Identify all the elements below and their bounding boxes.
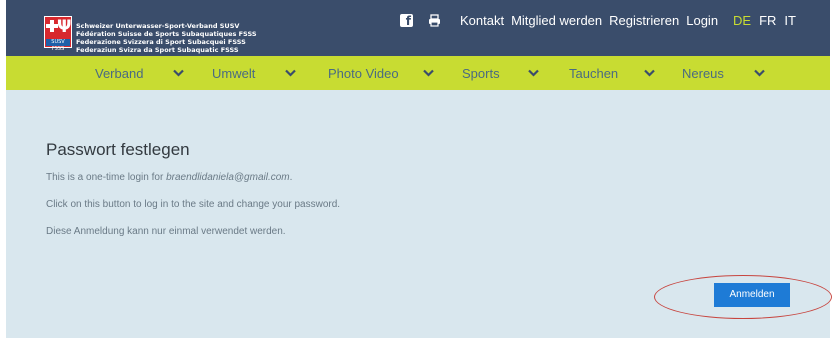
page: Ψ SUSV FSSS Schweizer Unterwasser-Sport-… bbox=[6, 0, 832, 338]
page-title: Passwort festlegen bbox=[46, 140, 190, 159]
org-names: Schweizer Unterwasser-Sport-Verband SUSV… bbox=[76, 22, 257, 54]
language-switcher: DE FR IT bbox=[733, 13, 796, 29]
site-header: Ψ SUSV FSSS Schweizer Unterwasser-Sport-… bbox=[6, 0, 830, 56]
nav-photo-video[interactable]: Photo Video bbox=[328, 56, 399, 90]
nav-nereus[interactable]: Nereus bbox=[682, 56, 724, 90]
nav-sports[interactable]: Sports bbox=[462, 56, 500, 90]
org-name-fr: Fédération Suisse de Sports Subaquatique… bbox=[76, 30, 257, 38]
logo-tag: SUSV FSSS bbox=[46, 39, 70, 52]
chevron-down-icon[interactable] bbox=[285, 56, 296, 90]
main-nav: Verband Umwelt Photo Video Sports Tauche… bbox=[6, 56, 830, 90]
chevron-down-icon[interactable] bbox=[528, 56, 539, 90]
top-nav: Kontakt Mitglied werden Registrieren Log… bbox=[460, 13, 718, 29]
chevron-down-icon[interactable] bbox=[173, 56, 184, 90]
org-name-it: Federazione Svizzera di Sport Subacquei … bbox=[76, 38, 246, 46]
trident-icon: Ψ bbox=[57, 17, 72, 37]
nav-verband[interactable]: Verband bbox=[95, 56, 143, 90]
print-icon[interactable] bbox=[428, 14, 441, 27]
link-login[interactable]: Login bbox=[686, 13, 718, 29]
instruction-text: Click on this button to log in to the si… bbox=[46, 199, 341, 210]
nav-umwelt[interactable]: Umwelt bbox=[212, 56, 255, 90]
chevron-down-icon[interactable] bbox=[754, 56, 765, 90]
lang-fr[interactable]: FR bbox=[759, 13, 776, 29]
login-email: braendlidaniela@gmail.com bbox=[166, 172, 290, 183]
line1-suffix: . bbox=[289, 172, 293, 183]
highlight-ring bbox=[654, 275, 832, 319]
link-registrieren[interactable]: Registrieren bbox=[609, 13, 679, 29]
susv-logo[interactable]: Ψ SUSV FSSS bbox=[44, 16, 72, 52]
lang-it[interactable]: IT bbox=[784, 13, 796, 29]
lang-de[interactable]: DE bbox=[733, 13, 751, 29]
org-name-rm: Federaziun Svizra da Sport Subaquatic FS… bbox=[76, 46, 239, 54]
link-kontakt[interactable]: Kontakt bbox=[460, 13, 504, 29]
org-name-de: Schweizer Unterwasser-Sport-Verband SUSV bbox=[76, 22, 240, 30]
link-mitglied-werden[interactable]: Mitglied werden bbox=[511, 13, 602, 29]
one-time-login-text: This is a one-time login for braendlidan… bbox=[46, 172, 292, 183]
chevron-down-icon[interactable] bbox=[644, 56, 655, 90]
notice-text: Diese Anmeldung kann nur einmal verwende… bbox=[46, 226, 286, 237]
chevron-down-icon[interactable] bbox=[423, 56, 434, 90]
line1-prefix: This is a one-time login for bbox=[46, 172, 167, 183]
facebook-icon[interactable]: f bbox=[400, 14, 413, 28]
nav-tauchen[interactable]: Tauchen bbox=[569, 56, 618, 90]
